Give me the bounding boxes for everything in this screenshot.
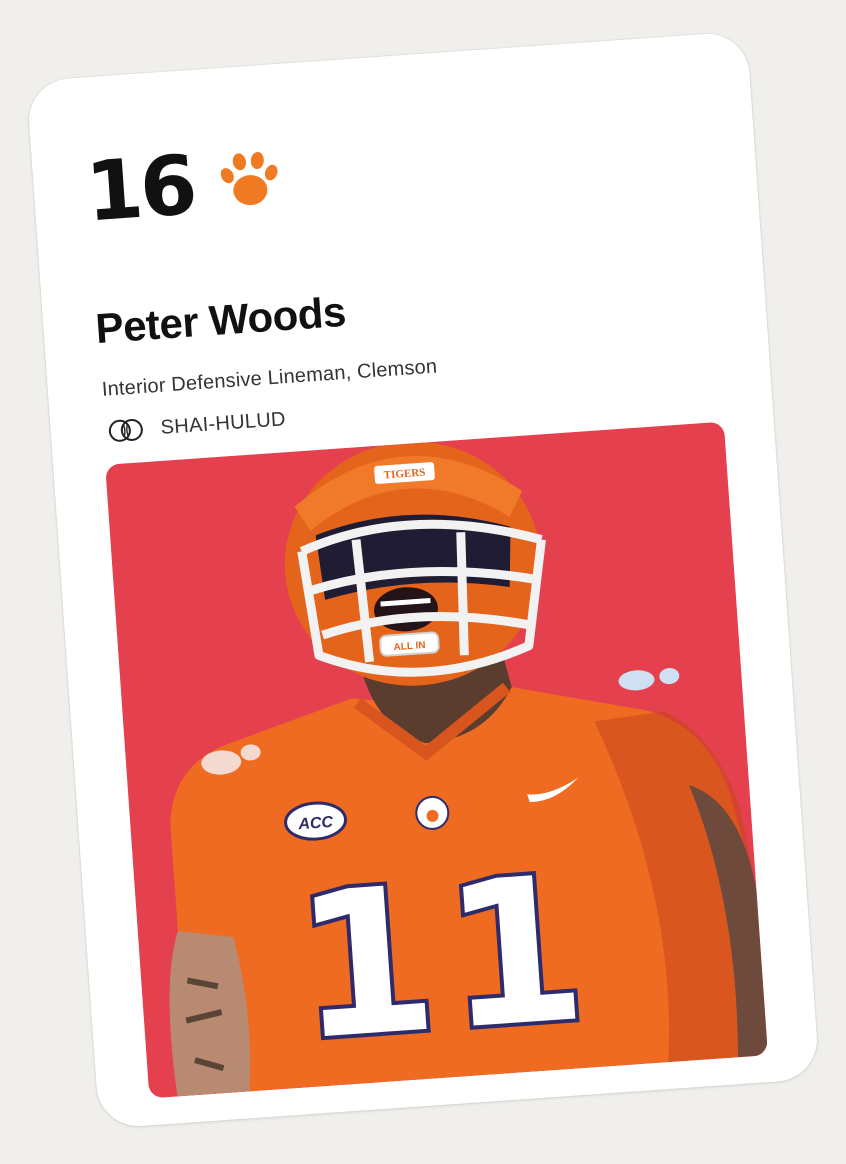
rank-row: 16 <box>82 138 284 241</box>
team-label: SHAI-HULUD <box>159 407 287 439</box>
rings-icon <box>108 418 143 442</box>
jersey-number: 11 <box>289 832 603 1085</box>
acc-patch-text: ACC <box>297 814 334 833</box>
player-name: Peter Woods <box>94 287 348 353</box>
team-row: SHAI-HULUD <box>104 406 287 445</box>
player-photo: ACC 11 TIGERS ALL IN <box>105 421 768 1099</box>
player-illustration: ACC 11 TIGERS ALL IN <box>105 421 768 1099</box>
player-position-school: Interior Defensive Lineman, Clemson <box>101 355 438 401</box>
rank-number: 16 <box>82 138 198 241</box>
paw-icon <box>220 152 278 206</box>
chin-strap-text: ALL IN <box>393 640 426 653</box>
player-card[interactable]: 16 Peter Woods Interior Defensive Linema… <box>26 31 820 1129</box>
